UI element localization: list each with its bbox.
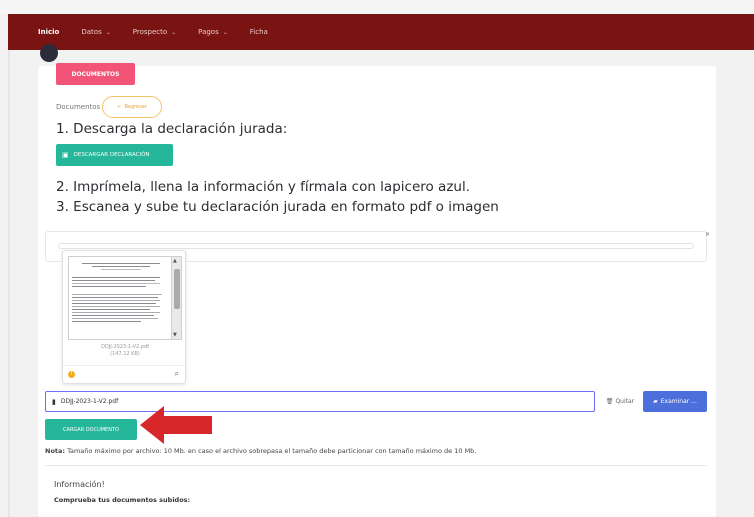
file-name-value: DDJJ-2023-1-V2.pdf: [60, 398, 119, 405]
browse-button[interactable]: ▰ Examinar ...: [643, 391, 707, 412]
chevron-down-icon: ⌄: [222, 28, 228, 36]
arrow-left-icon: [140, 406, 212, 444]
file-name-field[interactable]: ▮ DDJJ-2023-1-V2.pdf: [45, 391, 595, 412]
nav-label: Pagos: [198, 28, 219, 36]
scroll-thumb[interactable]: [174, 269, 180, 309]
file-preview: ▲ ▼ DDJJ-2023-1-V2.pdf (147.12 KB) ! ⌕: [62, 250, 187, 384]
step-3: 3. Escanea y sube tu declaración jurada …: [56, 199, 499, 215]
back-button-label: Regresar: [124, 104, 147, 110]
upload-document-button[interactable]: CARGAR DOCUMENTO: [45, 419, 137, 440]
folder-icon: ▰: [653, 398, 658, 405]
download-button-label: DESCARGAR DECLARACIÓN: [73, 152, 150, 158]
preview-caption: DDJJ-2023-1-V2.pdf (147.12 KB): [63, 344, 187, 358]
nav-label: Ficha: [249, 28, 268, 36]
step-2: 2. Imprímela, llena la información y fír…: [56, 179, 471, 195]
remove-file-button[interactable]: 🗑 Quitar: [601, 391, 639, 412]
nav-item-datos[interactable]: Datos ⌄: [81, 28, 110, 36]
chevron-down-icon: ⌄: [171, 28, 177, 36]
nav-label: Inicio: [38, 28, 60, 36]
sidebar-divider: [8, 50, 10, 517]
avatar[interactable]: [40, 44, 58, 62]
documents-label: Documentos: [56, 103, 101, 111]
nav-item-inicio[interactable]: Inicio: [38, 28, 59, 36]
nav-label: Datos: [81, 28, 102, 36]
pdf-preview-frame[interactable]: ▲ ▼: [68, 256, 182, 340]
nav-label: Prospecto: [132, 28, 168, 36]
zoom-icon[interactable]: ⌕: [175, 369, 179, 379]
close-icon[interactable]: ✕: [705, 231, 710, 238]
file-icon: ▮: [52, 397, 56, 406]
nav-item-pagos[interactable]: Pagos ⌄: [198, 28, 228, 36]
info-subtitle: Comprueba tus documentos subidos:: [54, 496, 191, 504]
preview-footer: ! ⌕: [63, 365, 187, 383]
browse-label: Examinar ...: [660, 398, 697, 405]
size-note: Nota: Tamaño máximo por archivo: 10 Mb. …: [45, 447, 476, 455]
documents-header: Documentos ← Regresar: [56, 96, 163, 118]
download-declaration-button[interactable]: ▣ DESCARGAR DECLARACIÓN: [56, 144, 173, 166]
scroll-up-icon[interactable]: ▲: [173, 258, 177, 264]
nav-item-prospecto[interactable]: Prospecto ⌄: [133, 28, 176, 36]
preview-scrollbar[interactable]: ▲ ▼: [171, 257, 181, 339]
remove-label: Quitar: [615, 398, 635, 405]
step-1: 1. Descarga la declaración jurada:: [56, 121, 288, 137]
nav-item-ficha[interactable]: Ficha: [250, 28, 268, 36]
trash-icon: 🗑: [605, 398, 614, 405]
info-title: Información!: [54, 480, 105, 489]
note-text: Tamaño máximo por archivo: 10 Mb. en cas…: [67, 447, 477, 455]
preview-filesize: (147.12 KB): [110, 351, 140, 357]
note-prefix: Nota:: [45, 447, 65, 455]
divider: [45, 465, 707, 466]
section-badge: DOCUMENTOS: [56, 63, 135, 85]
preview-filename: DDJJ-2023-1-V2.pdf: [101, 344, 149, 350]
back-button[interactable]: ← Regresar: [102, 96, 163, 118]
chevron-down-icon: ⌄: [105, 28, 111, 36]
warning-icon: !: [68, 371, 75, 378]
red-arrow-annotation: [140, 406, 212, 444]
document-icon: ▣: [62, 151, 69, 159]
pdf-page-thumbnail: [72, 261, 170, 324]
upload-progress-bar: [58, 243, 694, 249]
main-navbar: Inicio Datos ⌄ Prospecto ⌄ Pagos ⌄ Ficha: [8, 14, 754, 50]
scroll-down-icon[interactable]: ▼: [173, 332, 177, 338]
arrow-left-icon: ←: [117, 104, 122, 110]
top-strip: [0, 0, 754, 14]
